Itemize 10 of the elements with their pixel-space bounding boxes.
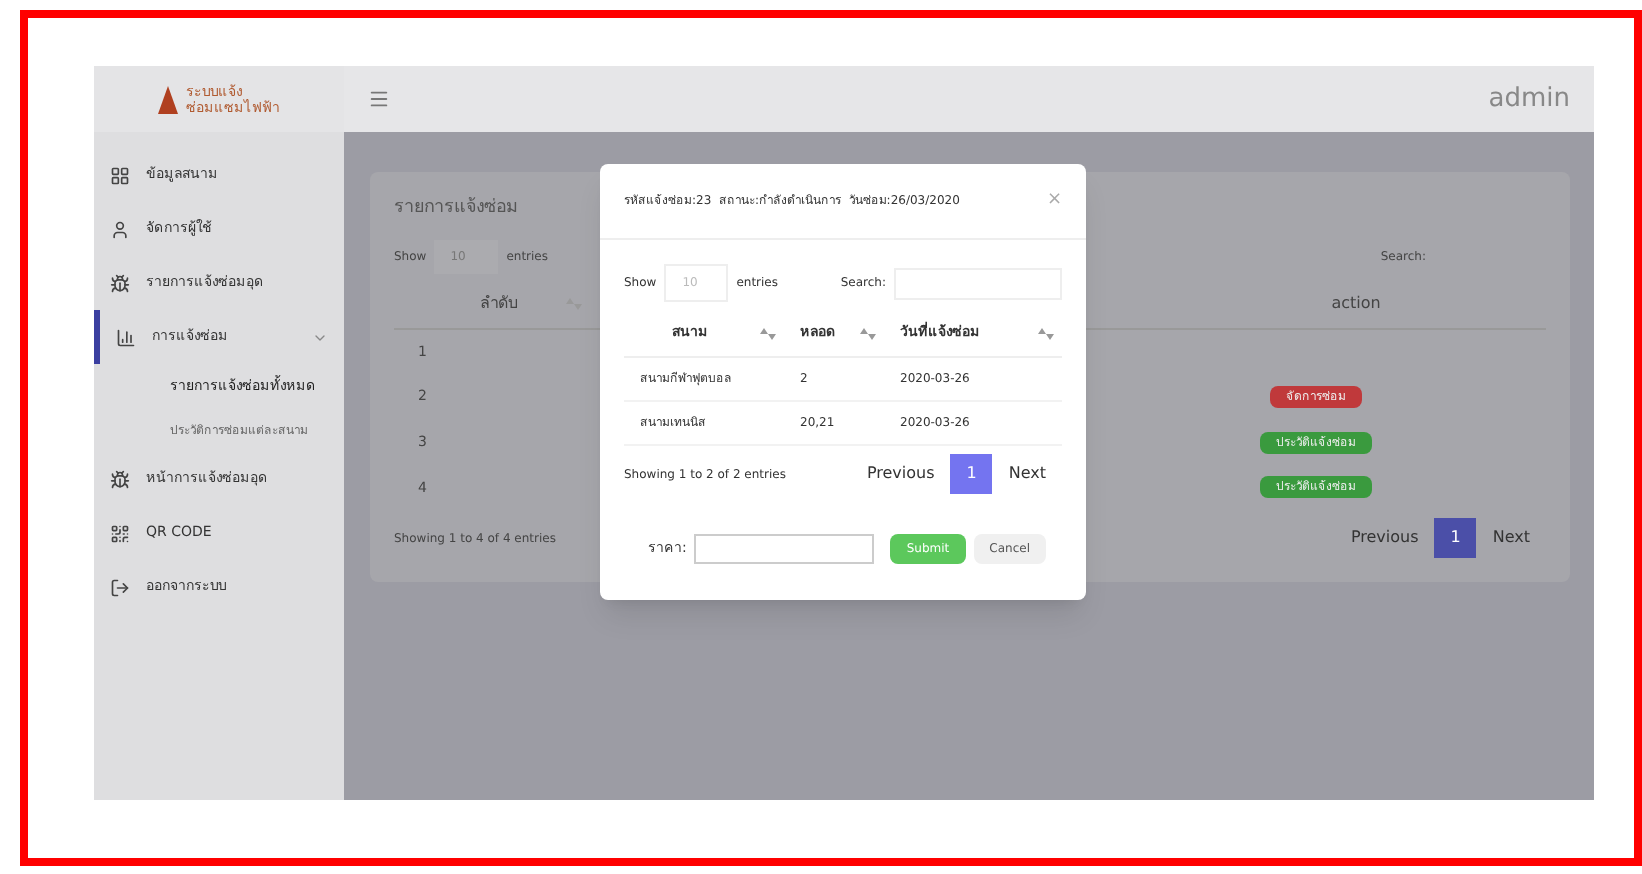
previous-button[interactable]: Previous <box>850 454 951 494</box>
column-header[interactable]: action <box>1166 292 1546 317</box>
page-button[interactable]: 1 <box>950 454 993 494</box>
user-name: admin <box>1488 81 1570 118</box>
column-header[interactable]: ลำดับ <box>480 292 518 317</box>
page-button[interactable]: 1 <box>1434 518 1477 559</box>
previous-button[interactable]: Previous <box>1334 518 1435 559</box>
panel-title: รายการแจ้งซ่อม <box>394 196 518 222</box>
next-button[interactable]: Next <box>1476 518 1546 559</box>
next-button[interactable]: Next <box>992 454 1062 494</box>
